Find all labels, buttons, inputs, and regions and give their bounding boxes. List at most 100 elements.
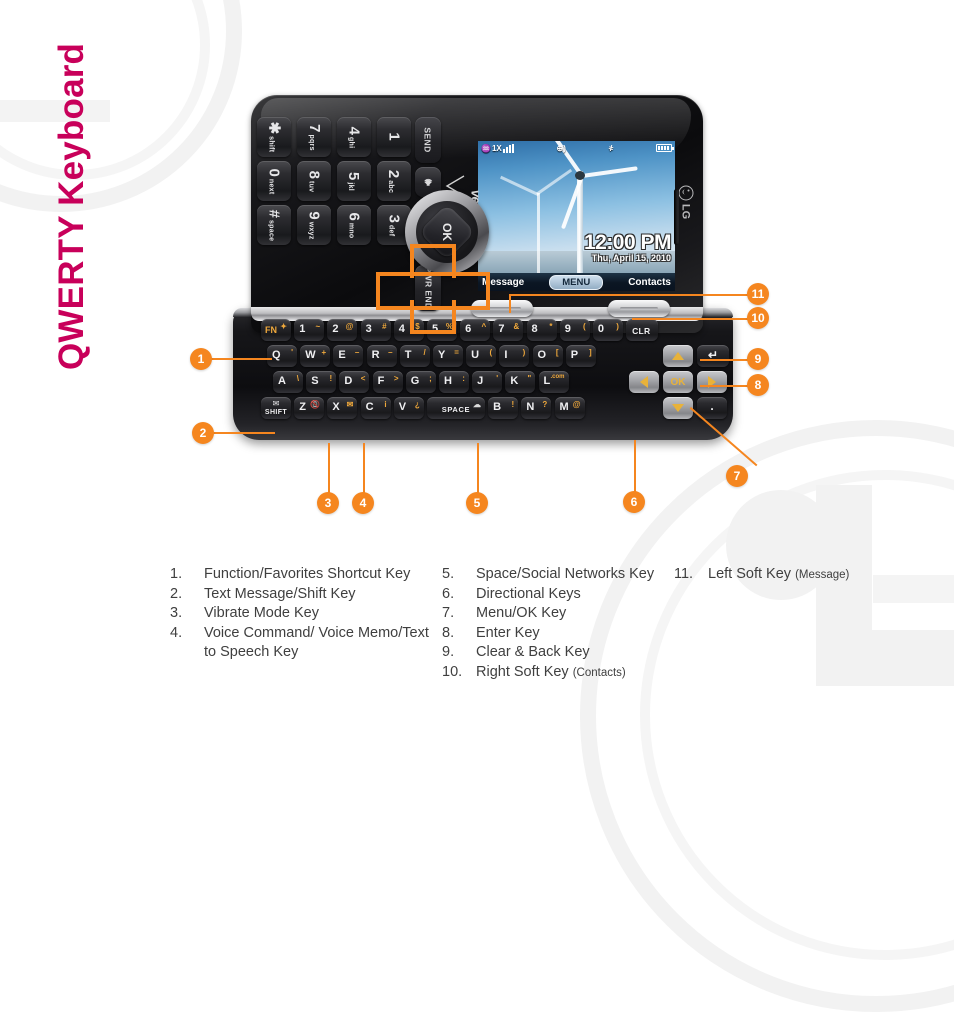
menu-ok-key[interactable]: OK: [663, 371, 693, 393]
numkey-0[interactable]: 0 next: [257, 161, 291, 201]
numkey-9[interactable]: 9 wxyz: [297, 205, 331, 245]
key-3[interactable]: 3 #: [360, 319, 391, 341]
key-i[interactable]: I): [499, 345, 530, 367]
key-7[interactable]: 7 &: [493, 319, 524, 341]
key-r[interactable]: R –: [366, 345, 397, 367]
key-9[interactable]: 9(: [559, 319, 590, 341]
legend-item: 11. Left Soft Key (Message): [674, 565, 924, 586]
softkey-label-right[interactable]: Contacts: [628, 277, 671, 288]
key-d[interactable]: D <: [339, 371, 370, 393]
leader-line-4: [363, 443, 365, 493]
legend-label: Right Soft Key (Contacts): [476, 663, 674, 684]
legend-label-note: (Message): [795, 569, 850, 581]
callout-6: 6: [623, 491, 645, 513]
legend: 1. Function/Favorites Shortcut Key 2. Te…: [170, 565, 930, 683]
key-j[interactable]: J ': [472, 371, 503, 393]
nav-left-key[interactable]: [629, 371, 659, 393]
numkey-8[interactable]: 8 tuv: [297, 161, 331, 201]
key-v[interactable]: V ¿: [393, 397, 424, 419]
qwerty-row-1: FN ✦ 1 ~ 2 @ 3 # 4 $ 5% 6 ^ 7 & 8 * 9( 0) CLR: [261, 319, 659, 341]
numkey-5[interactable]: 5 jkl: [337, 161, 371, 201]
screen-softkey-bar: Message MENU Contacts: [478, 273, 675, 291]
callout-10: 10: [747, 307, 769, 329]
key-1[interactable]: 1 ~: [294, 319, 325, 341]
numkey-7[interactable]: 7 pqrs: [297, 117, 331, 157]
key-2[interactable]: 2 @: [327, 319, 358, 341]
legend-label: Enter Key: [476, 624, 540, 641]
numkey-star[interactable]: ✱ shift: [257, 117, 291, 157]
callout-1: 1: [190, 348, 212, 370]
qwerty-row-2: Q ' W + E – R – T / Y = U( I) O[ P]: [267, 345, 596, 367]
key-p[interactable]: P]: [565, 345, 596, 367]
legend-column-2: 5. Space/Social Networks Key 6. Directio…: [442, 565, 674, 683]
key-y[interactable]: Y =: [432, 345, 463, 367]
legend-number: 11.: [674, 566, 694, 582]
key-m[interactable]: M @: [554, 397, 585, 419]
leader-line-10: [632, 318, 748, 320]
lg-face-icon: [678, 185, 694, 201]
location-icon: ⊕): [556, 143, 566, 153]
key-6[interactable]: 6 ^: [460, 319, 491, 341]
leader-line-11: [509, 294, 748, 296]
key-t[interactable]: T /: [399, 345, 430, 367]
numkey-6[interactable]: 6 mno: [337, 205, 371, 245]
legend-number: 4.: [170, 624, 183, 641]
key-q[interactable]: Q ': [267, 345, 297, 367]
nav-up-key[interactable]: [663, 345, 693, 367]
qwerty-keyboard: FN ✦ 1 ~ 2 @ 3 # 4 $ 5% 6 ^ 7 & 8 * 9( 0) CLR Q '…: [251, 319, 729, 427]
legend-number: 2.: [170, 585, 183, 602]
legend-label-note: (Contacts): [572, 666, 626, 679]
legend-item: 1. Function/Favorites Shortcut Key: [170, 565, 442, 585]
antenna-icon: ♒: [481, 143, 491, 153]
key-o[interactable]: O[: [532, 345, 563, 367]
key-c[interactable]: Ci: [360, 397, 391, 419]
qwerty-row-4: ✉ SHIFT Z 📵 X ✉ Ci V ¿ SPACE ☁ B! N? M @: [261, 397, 585, 419]
send-key[interactable]: SEND: [415, 117, 441, 163]
leader-line-2: [213, 432, 275, 434]
legend-number: 1.: [170, 566, 183, 582]
key-e[interactable]: E –: [333, 345, 364, 367]
key-0[interactable]: 0): [592, 319, 623, 341]
key-u[interactable]: U(: [466, 345, 497, 367]
numkey-1[interactable]: 1: [377, 117, 411, 157]
key-z[interactable]: Z 📵: [294, 397, 325, 419]
numkey-4[interactable]: 4 ghi: [337, 117, 371, 157]
numkey-2[interactable]: 2 abc: [377, 161, 411, 201]
key-8[interactable]: 8 *: [526, 319, 557, 341]
key-b[interactable]: B!: [488, 397, 519, 419]
legend-item: 10. Right Soft Key (Contacts): [442, 663, 674, 684]
key-space[interactable]: SPACE ☁: [426, 397, 485, 419]
key-g[interactable]: G;: [405, 371, 436, 393]
nav-right-key[interactable]: [697, 371, 727, 393]
legend-label: Menu/OK Key: [476, 605, 567, 621]
numkey-hash[interactable]: # space: [257, 205, 291, 245]
key-f[interactable]: F >: [372, 371, 403, 393]
callout-11: 11: [747, 283, 769, 305]
right-soft-key-button[interactable]: [608, 300, 670, 317]
key-w[interactable]: W +: [300, 345, 331, 367]
key-s[interactable]: S!: [306, 371, 337, 393]
key-enter[interactable]: ↵: [697, 345, 729, 367]
legend-number: 10.: [442, 663, 463, 680]
callout-9: 9: [747, 348, 769, 370]
phone-screen: ♒ 1X ⊕) ҂ 12:00 PM Thu, April 15, 2010 M…: [478, 141, 675, 291]
legend-item: 7. Menu/OK Key: [442, 604, 674, 624]
key-x[interactable]: X ✉: [327, 397, 358, 419]
key-k[interactable]: K ": [505, 371, 536, 393]
leader-line-11-stub: [509, 295, 511, 313]
home-clock: 12:00 PM: [583, 231, 672, 254]
key-a[interactable]: A \: [273, 371, 303, 393]
page-title-secondary: Keyboard: [52, 42, 91, 206]
key-l[interactable]: L .com: [538, 371, 569, 393]
softkey-label-center[interactable]: MENU: [549, 274, 604, 290]
legend-item: 4. Voice Command/ Voice Memo/Text to Spe…: [170, 624, 442, 663]
status-signal-group: ♒ 1X: [481, 143, 514, 153]
key-n[interactable]: N?: [521, 397, 552, 419]
key-h[interactable]: H:: [438, 371, 469, 393]
legend-item: 2. Text Message/Shift Key: [170, 585, 442, 605]
key-fn[interactable]: FN ✦: [261, 319, 291, 341]
legend-label: Voice Command/ Voice Memo/Text to Speech…: [204, 624, 429, 661]
key-shift[interactable]: ✉ SHIFT: [261, 397, 291, 419]
legend-number: 5.: [442, 566, 455, 582]
directional-highlight-bottom: [410, 300, 456, 334]
